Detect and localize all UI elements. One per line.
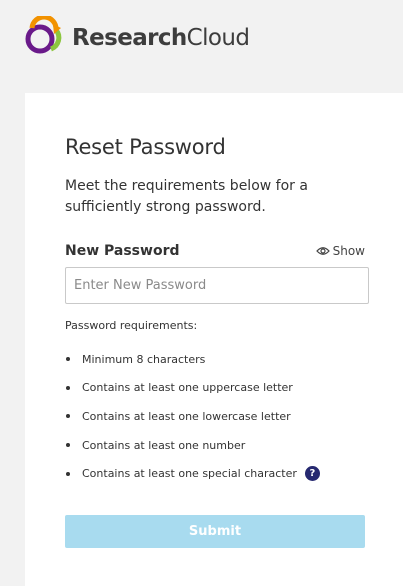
bullet (66, 357, 70, 362)
brand-name-regular: Cloud (186, 25, 250, 51)
requirement-item: Contains at least one uppercase letter (65, 374, 320, 403)
submit-button[interactable]: Submit (65, 515, 365, 548)
intro-text: Meet the requirements below for a suffic… (65, 178, 308, 215)
reset-password-card: Reset Password Meet the requirements bel… (25, 93, 403, 586)
question-icon[interactable]: ? (304, 466, 320, 482)
requirement-item: Contains at least one number (65, 431, 320, 460)
bullet (66, 471, 70, 476)
show-password-toggle[interactable]: Show (315, 244, 365, 258)
show-password-label: Show (332, 244, 365, 258)
new-password-label: New Password (65, 243, 180, 259)
requirement-item: Minimum 8 characters (65, 345, 320, 374)
requirements-list: Minimum 8 characters Contains at least o… (65, 345, 320, 488)
requirements-heading: Password requirements: (65, 319, 198, 332)
bullet (66, 414, 70, 419)
requirement-text: Contains at least one lowercase letter (82, 409, 291, 423)
requirement-item: Contains at least one special character? (65, 459, 320, 488)
brand-name: ResearchCloud (72, 25, 250, 51)
bullet (66, 385, 70, 390)
bullet (66, 443, 70, 448)
page-title: Reset Password (65, 135, 226, 159)
requirement-text: Contains at least one special character (82, 467, 297, 481)
brand-name-bold: Research (72, 25, 187, 51)
requirement-text: Minimum 8 characters (82, 352, 206, 366)
requirement-text: Contains at least one number (82, 438, 246, 452)
new-password-input[interactable] (65, 267, 369, 304)
eye-icon (315, 247, 330, 255)
requirement-text: Contains at least one uppercase letter (82, 381, 293, 395)
researchcloud-logo: ResearchCloud (23, 15, 250, 61)
requirement-item: Contains at least one lowercase letter (65, 402, 320, 431)
researchcloud-logo-icon (25, 16, 62, 54)
